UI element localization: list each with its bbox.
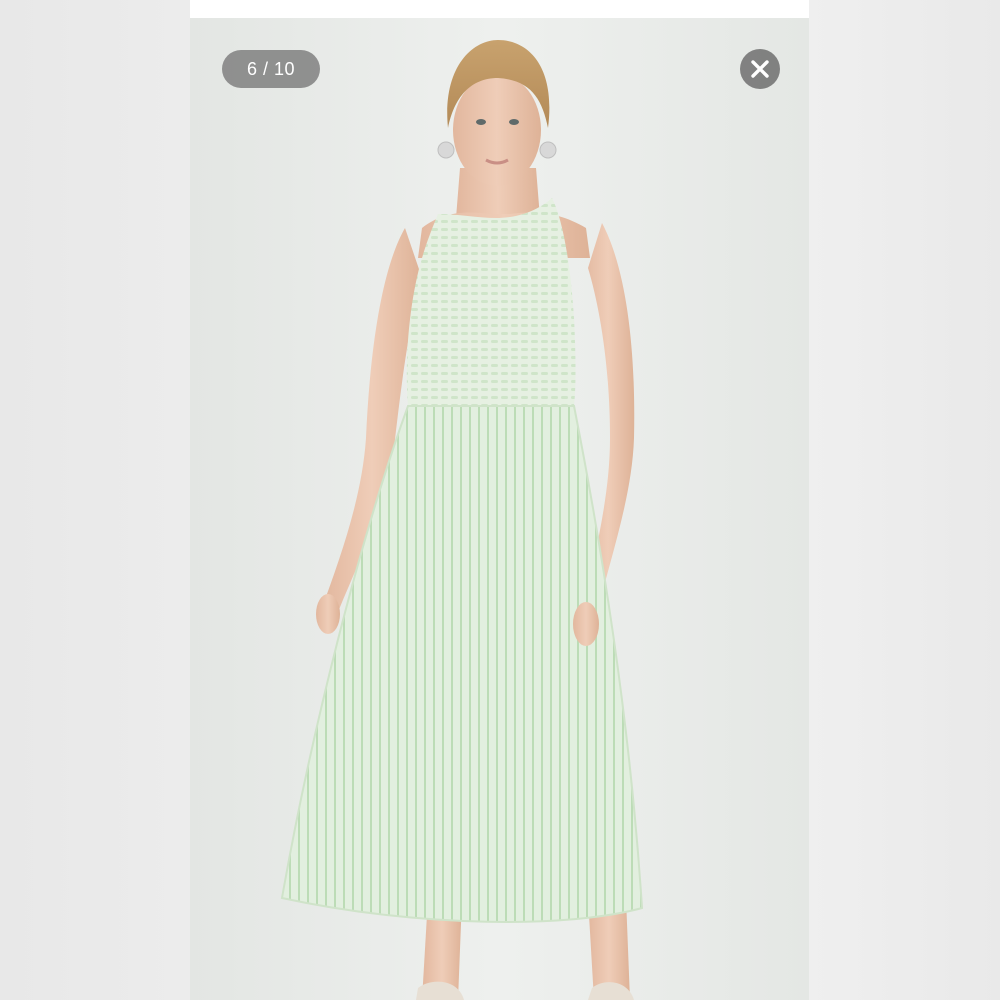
image-counter: 6 / 10 — [222, 50, 320, 88]
product-photo[interactable] — [190, 18, 809, 1000]
close-button[interactable] — [740, 49, 780, 89]
left-margin — [0, 0, 190, 1000]
top-strip — [190, 0, 809, 18]
image-viewer: 6 / 10 — [0, 0, 1000, 1000]
right-margin — [809, 0, 1000, 1000]
close-icon — [751, 60, 769, 78]
